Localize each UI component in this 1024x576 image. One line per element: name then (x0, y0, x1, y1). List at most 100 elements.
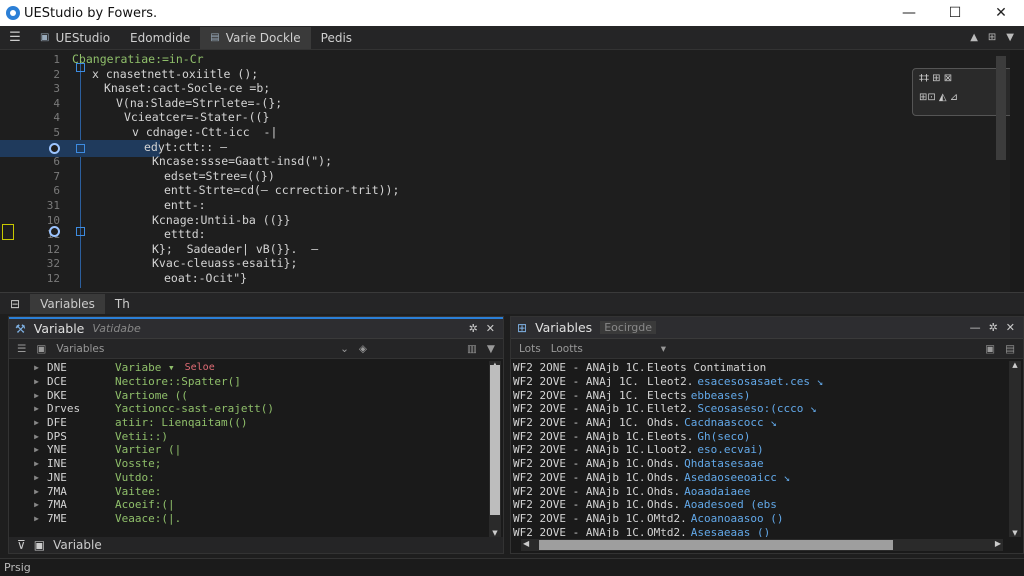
pane-subtitle[interactable]: Eocirgde (600, 321, 657, 334)
folder-icon[interactable]: ▣ (34, 538, 45, 552)
code-line[interactable]: v cdnage:-Ctt-icc -| (132, 125, 277, 139)
scrollbar-thumb[interactable] (490, 365, 500, 515)
close-icon[interactable]: ✕ (486, 322, 495, 335)
log-row[interactable]: WF2 2OVE - ANAj 1C. Elects ebbeases) (511, 388, 1005, 402)
expand-arrow-icon[interactable]: ▶ (9, 418, 47, 427)
variable-row[interactable]: ▶ DFE atiir: Lienqaitam(() (9, 416, 485, 430)
tab-uestudio[interactable]: ▣ UEStudio (30, 27, 120, 49)
expand-arrow-icon[interactable]: ▶ (9, 487, 47, 496)
output-scrollbar[interactable]: ▲ ▼ (1009, 361, 1021, 537)
variable-row[interactable]: ▶ DCE Nectiore::Spatter(] (9, 375, 485, 389)
scroll-down-icon[interactable]: ▼ (1009, 529, 1021, 537)
log-row[interactable]: WF2 2OVE - ANAjb 1C. Ellet2. Sceosaseso:(c… (511, 402, 1005, 416)
code-line[interactable]: x cnasetnett-oxiitle (); (92, 67, 258, 81)
expand-arrow-icon[interactable]: ▶ (9, 391, 47, 400)
tab-varie-dockle[interactable]: ▤ Varie Dockle (200, 26, 311, 49)
tab-th[interactable]: Th (105, 294, 140, 314)
breakpoint-icon[interactable] (49, 226, 60, 237)
log-row[interactable]: WF2 2OVE - ANAjb 1C. Eleots. Gh(seco) (511, 429, 1005, 443)
log-row[interactable]: WF2 2OVE - ANAjb 1C. Ohds. Qhdatasesaae (511, 457, 1005, 471)
log-row[interactable]: WF2 2ONE - ANAjb 1C. Eleots Contimation (511, 361, 1005, 375)
settings-icon[interactable]: ✲ (989, 321, 998, 334)
code-line[interactable]: K}; Sadeader| vB(}}. — (152, 242, 318, 256)
log-row[interactable]: WF2 2OVE - ANAjb 1C. OMtd2. Acoanoaasoo () (511, 512, 1005, 526)
chevron-down-icon[interactable]: ▼ (1006, 32, 1014, 43)
editor-scrollbar-thumb[interactable] (996, 56, 1006, 160)
code-line[interactable]: V(na:Slade=Strrlete=-(}; (116, 96, 282, 110)
variable-row[interactable]: ▶ DNE Variabe ▾ Seloe (9, 361, 485, 375)
code-line[interactable]: Knaset:cact-Socle-ce =b; (104, 81, 270, 95)
expand-arrow-icon[interactable]: ▶ (9, 473, 47, 482)
log-row[interactable]: WF2 2OVE - ANAj 1C. Ohds. Cacdnaascocc ↘ (511, 416, 1005, 430)
tab-overflow-icon[interactable]: ▲ (970, 32, 978, 43)
variable-row[interactable]: ▶ DKE Vartiome (( (9, 388, 485, 402)
expand-arrow-icon[interactable]: ▶ (9, 514, 47, 523)
pane-subtitle[interactable]: Vatidabe (92, 322, 140, 335)
maximize-button[interactable]: ☐ (932, 0, 978, 26)
scroll-left-icon[interactable]: ◀ (523, 539, 529, 548)
tab-variables[interactable]: Variables (30, 293, 105, 314)
expand-arrow-icon[interactable]: ▶ (9, 404, 47, 413)
variable-row[interactable]: ▶ INE Vosste; (9, 457, 485, 471)
code-line[interactable]: etttd: (164, 227, 206, 241)
dropdown-icon[interactable]: ▼ (487, 343, 503, 355)
filter-icon[interactable]: ⊽ (17, 538, 26, 552)
code-line[interactable]: entt-Strte=cd(— ccrrectior-trit)); (164, 183, 399, 197)
panel-icon[interactable]: ⊟ (0, 294, 30, 314)
close-icon[interactable]: ✕ (1006, 321, 1015, 334)
code-line[interactable]: entt-: (164, 198, 206, 212)
find-toolbar-row[interactable]: ‡‡ ⊞ ⊠ (919, 73, 952, 84)
editor-scrollbar[interactable] (1010, 50, 1024, 292)
chevron-down-icon[interactable]: ⌄ (340, 343, 349, 355)
code-line[interactable]: Kncase:ssse=Gaatt-insd("); (152, 154, 332, 168)
folder-icon[interactable]: ▣ (36, 343, 46, 355)
code-line[interactable]: Kcnage:Untii-ba ((}} (152, 213, 290, 227)
tab-pedis[interactable]: Pedis (311, 27, 362, 49)
filter-label[interactable]: Lots (519, 343, 541, 355)
clear-icon[interactable]: ▤ (1005, 343, 1023, 355)
variable-row[interactable]: ▶ Drves Yactioncc-sast-erajett() (9, 402, 485, 416)
scrollbar-thumb[interactable] (539, 540, 893, 550)
save-icon[interactable]: ▣ (985, 343, 995, 355)
variable-row[interactable]: ▶ JNE Vutdo: (9, 471, 485, 485)
pin-icon[interactable]: ⊞ (988, 32, 996, 43)
variable-row[interactable]: ▶ 7ME Veaace:(|. (9, 512, 485, 526)
scroll-right-icon[interactable]: ▶ (995, 539, 1001, 548)
log-row[interactable]: WF2 2OVE - ANAjb 1C. Lloot2. eso.ecvai) (511, 443, 1005, 457)
log-row[interactable]: WF2 2OVE - ANAj 1C. Lleot2. esacesosasaet.… (511, 375, 1005, 389)
tab-edomdide[interactable]: Edomdide (120, 27, 200, 49)
minimize-button[interactable]: — (886, 0, 932, 26)
expand-arrow-icon[interactable]: ▶ (9, 363, 47, 372)
bookmark-icon[interactable] (76, 144, 85, 153)
scroll-up-icon[interactable]: ▲ (1009, 361, 1021, 369)
hamburger-menu-icon[interactable]: ☰ (0, 30, 30, 45)
variable-row[interactable]: ▶ DPS Vetii::) (9, 429, 485, 443)
filter-select[interactable]: Lootts (551, 343, 651, 355)
settings-icon[interactable]: ✲ (469, 322, 478, 335)
variable-row[interactable]: ▶ YNE Vartier (| (9, 443, 485, 457)
code-line[interactable]: edyt:ctt:: — (144, 140, 227, 154)
variable-row[interactable]: ▶ 7MA Acoeif:(| (9, 498, 485, 512)
expand-arrow-icon[interactable]: ▶ (9, 459, 47, 468)
expand-arrow-icon[interactable]: ▶ (9, 500, 47, 509)
code-editor[interactable]: 1234456676311011123212 Cbangeratiae:=in-… (0, 50, 1024, 292)
columns-icon[interactable]: ▥ (467, 343, 477, 355)
log-row[interactable]: WF2 2OVE - ANAjb 1C. Ohds. Asedaoseeoaicc … (511, 471, 1005, 485)
log-row[interactable]: WF2 2OVE - ANAjb 1C. Ohds. Aoaadaiaee (511, 484, 1005, 498)
code-line[interactable]: Kvac-cleuass-esaiti}; (152, 256, 297, 270)
output-horizontal-scrollbar[interactable]: ◀ ▶ (521, 539, 1003, 551)
minimize-pane-icon[interactable]: — (970, 321, 981, 334)
variable-row[interactable]: ▶ 7MA Vaitee: (9, 484, 485, 498)
expand-arrow-icon[interactable]: ▶ (9, 432, 47, 441)
expand-arrow-icon[interactable]: ▶ (9, 377, 47, 386)
bookmark-icon[interactable] (76, 227, 85, 236)
close-button[interactable]: ✕ (978, 0, 1024, 26)
expand-arrow-icon[interactable]: ▶ (9, 445, 47, 454)
refresh-icon[interactable]: ◈ (359, 343, 367, 355)
variables-scrollbar[interactable]: ▲ ▼ (489, 361, 501, 537)
code-line[interactable]: edset=Stree=((}) (164, 169, 275, 183)
chevron-down-icon[interactable]: ▾ (661, 343, 666, 355)
log-row[interactable]: WF2 2OVE - ANAjb 1C. OMtd2. Asesaeaas () (511, 525, 1005, 537)
log-row[interactable]: WF2 2OVE - ANAjb 1C. Ohds. Aoadesoed (ebs (511, 498, 1005, 512)
code-line[interactable]: eoat:-Ocit"} (164, 271, 247, 285)
